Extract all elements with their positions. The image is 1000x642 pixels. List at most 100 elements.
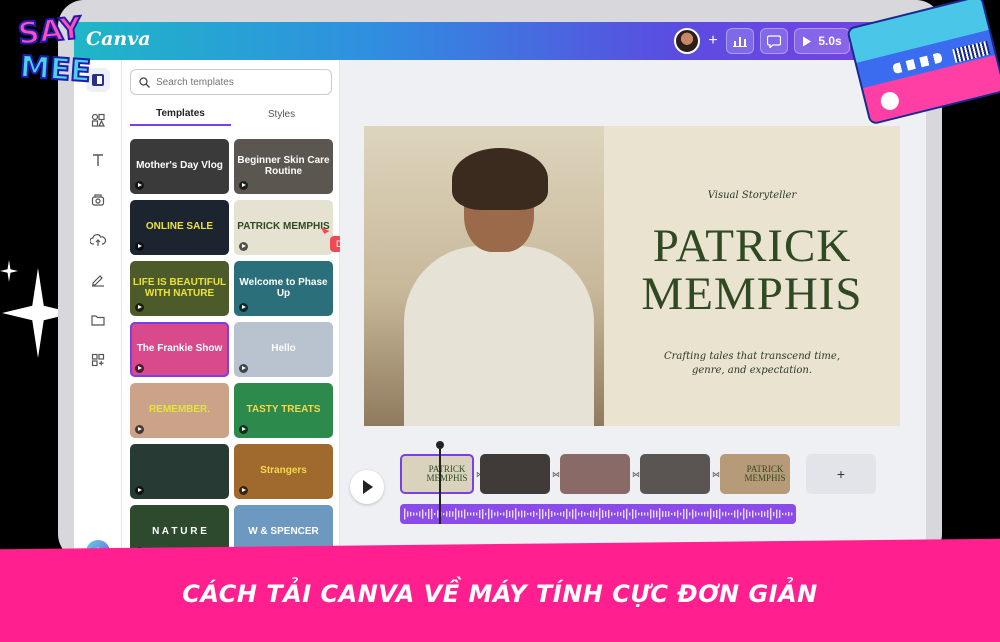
waveform-bar (470, 512, 472, 516)
user-avatar[interactable] (674, 28, 700, 54)
waveform-bar (713, 510, 715, 518)
portrait-photo[interactable] (364, 126, 604, 426)
template-thumbnail[interactable]: LIFE IS BEAUTIFUL WITH NATURE (130, 261, 229, 316)
waveform-bar (497, 511, 499, 517)
canvas-area: Visual Storyteller PATRICK MEMPHIS Craft… (340, 60, 926, 554)
text-tool-button[interactable] (86, 148, 110, 172)
waveform-bar (572, 509, 574, 519)
comment-button[interactable] (760, 28, 788, 54)
add-page-button[interactable]: + (806, 454, 876, 494)
waveform-bar (413, 512, 415, 516)
cloud-upload-icon (90, 234, 106, 246)
waveform-bar (692, 509, 694, 519)
video-play-icon (239, 486, 248, 495)
projects-tool-button[interactable] (86, 308, 110, 332)
waveform-bar (587, 512, 589, 516)
add-collaborator-button[interactable]: + (702, 28, 724, 54)
timeline-clip-label: PATRICK MEMPHIS (744, 464, 786, 483)
slide-title-text[interactable]: PATRICK MEMPHIS (604, 222, 900, 318)
waveform-bar (626, 508, 628, 520)
waveform-bar (494, 512, 496, 516)
slide-subtitle-line: genre, and expectation. (691, 365, 813, 376)
folder-icon (91, 315, 105, 326)
template-thumbnail[interactable]: ONLINE SALE (130, 200, 229, 255)
insights-button[interactable] (726, 28, 754, 54)
template-thumbnail[interactable]: PATRICK MEMPHIS (234, 200, 333, 255)
waveform-bar (734, 510, 736, 518)
sparkle-icon (0, 260, 18, 282)
waveform-bar (752, 510, 754, 518)
timeline-playhead[interactable] (436, 441, 444, 524)
template-thumbnail[interactable]: Beginner Skin Care Routine (234, 139, 333, 194)
slide-kicker-text[interactable]: Visual Storyteller (604, 190, 900, 201)
side-tool-rail (74, 60, 122, 554)
waveform-bar (452, 511, 454, 517)
template-thumbnail-label: PATRICK MEMPHIS (237, 221, 330, 233)
waveform-bar (503, 512, 505, 516)
waveform-bar (551, 511, 553, 517)
template-thumbnail[interactable]: Hello (234, 322, 333, 377)
video-play-icon (135, 486, 144, 495)
search-box[interactable] (130, 69, 332, 95)
template-thumbnail[interactable]: REMEMBER. (130, 383, 229, 438)
template-thumbnail[interactable]: TASTY TREATS (234, 383, 333, 438)
tab-styles[interactable]: Styles (231, 102, 332, 126)
slide-subtitle-text[interactable]: Crafting tales that transcend time, genr… (634, 350, 870, 378)
template-thumbnail-label: ONLINE SALE (145, 221, 214, 233)
template-thumbnail[interactable]: Strangers (234, 444, 333, 499)
waveform-bar (746, 509, 748, 519)
video-play-icon (239, 181, 248, 190)
tab-templates[interactable]: Templates (130, 102, 231, 126)
waveform-bar (722, 512, 724, 516)
logo-line: SAY (15, 10, 84, 53)
waveform-bar (776, 509, 778, 519)
waveform-bar (791, 512, 793, 516)
waveform-bar (431, 508, 433, 520)
uploads-tool-button[interactable] (86, 228, 110, 252)
video-play-icon (239, 242, 248, 251)
waveform-bar (473, 512, 475, 516)
waveform-bar (767, 510, 769, 518)
canva-logo[interactable]: Canva (86, 28, 151, 50)
template-thumbnail-label: REMEMBER. (148, 404, 211, 416)
waveform-bar (686, 508, 688, 520)
timeline-clip[interactable]: PATRICK MEMPHIS (400, 454, 474, 494)
timeline-clip[interactable] (640, 454, 710, 494)
template-thumbnail[interactable] (130, 444, 229, 499)
apps-tool-button[interactable] (86, 348, 110, 372)
template-thumbnail-label: The Frankie Show (136, 343, 223, 355)
play-presentation-button[interactable]: 5.0s (794, 28, 850, 54)
waveform-bar (542, 509, 544, 519)
draw-tool-button[interactable] (86, 268, 110, 292)
template-thumbnail-label: Strangers (260, 465, 307, 477)
waveform-bar (704, 511, 706, 517)
waveform-bar (662, 511, 664, 517)
timeline-clip[interactable] (560, 454, 630, 494)
brand-tool-button[interactable] (86, 188, 110, 212)
slide-canvas[interactable]: Visual Storyteller PATRICK MEMPHIS Craft… (364, 126, 900, 426)
waveform-bar (683, 508, 685, 520)
audio-track[interactable] (400, 504, 796, 524)
play-icon (803, 36, 812, 46)
waveform-bar (515, 508, 517, 520)
template-thumbnail-label: N A T U R E (152, 526, 207, 538)
comment-icon (767, 34, 781, 48)
template-thumbnail[interactable]: Welcome to Phase Up (234, 261, 333, 316)
timeline-play-button[interactable] (350, 470, 384, 504)
timeline-clip[interactable] (480, 454, 550, 494)
waveform-bar (743, 508, 745, 520)
template-thumbnail[interactable]: The Frankie Show (130, 322, 229, 377)
search-input[interactable] (156, 76, 316, 88)
waveform-icon (404, 508, 793, 520)
elements-tool-button[interactable] (86, 108, 110, 132)
timeline-clip[interactable]: PATRICK MEMPHIS (720, 454, 790, 494)
template-thumbnail[interactable]: Mother's Day Vlog (130, 139, 229, 194)
waveform-bar (422, 509, 424, 519)
waveform-bar (416, 512, 418, 516)
waveform-bar (731, 512, 733, 516)
waveform-bar (680, 512, 682, 516)
video-play-icon (239, 303, 248, 312)
waveform-bar (581, 510, 583, 518)
waveform-bar (707, 511, 709, 517)
panel-tabs: Templates Styles (130, 102, 332, 126)
